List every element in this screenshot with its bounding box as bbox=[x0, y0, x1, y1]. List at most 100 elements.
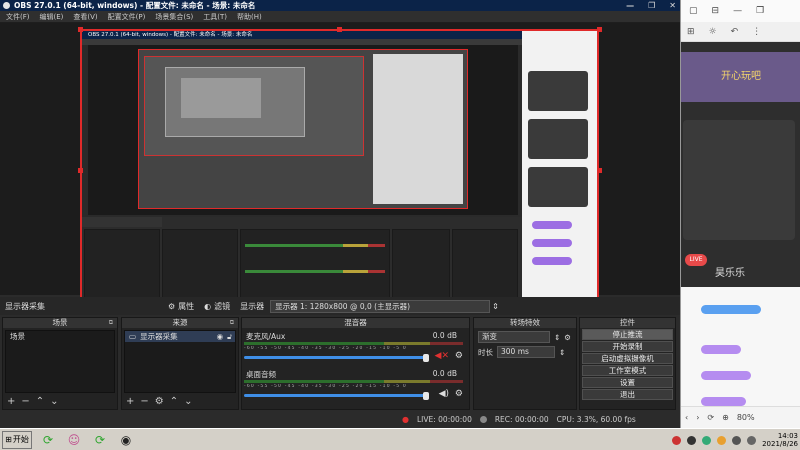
chevron-updown-icon[interactable]: ⇕ bbox=[492, 302, 499, 311]
resize-handle-l[interactable] bbox=[78, 168, 83, 173]
menu-help[interactable]: 帮助(H) bbox=[237, 11, 262, 22]
volume-slider-knob[interactable] bbox=[423, 354, 429, 362]
back-icon[interactable]: ‹ bbox=[685, 413, 688, 422]
volume-slider-knob[interactable] bbox=[423, 392, 429, 400]
grid-icon[interactable]: ⊞ bbox=[687, 27, 695, 37]
clock[interactable]: 14:03 2021/8/26 bbox=[762, 432, 798, 448]
spinner-icon[interactable]: ⇕ bbox=[559, 348, 565, 357]
speaker-icon[interactable]: ◀) bbox=[439, 389, 449, 399]
tray-app-icon[interactable] bbox=[672, 435, 682, 445]
gear-icon[interactable]: ⚙ bbox=[155, 396, 164, 407]
app-anime-icon[interactable]: ☺ bbox=[64, 431, 84, 449]
tray-app-icon[interactable] bbox=[702, 435, 712, 445]
resize-handle-t[interactable] bbox=[337, 27, 342, 32]
volume-meter bbox=[244, 380, 463, 383]
captured-dock-sources bbox=[162, 229, 238, 299]
speaker-muted-icon[interactable]: ◀✕ bbox=[435, 351, 449, 361]
clock-date: 2021/8/26 bbox=[762, 440, 798, 448]
resize-handle-r[interactable] bbox=[597, 168, 602, 173]
pin-icon[interactable]: ⊟ bbox=[712, 6, 720, 16]
zoom-level[interactable]: 80% bbox=[737, 413, 755, 422]
list-item[interactable]: 场景 bbox=[6, 331, 114, 342]
chevron-updown-icon[interactable]: ⇕ bbox=[554, 333, 560, 342]
page-banner[interactable]: 开心玩吧 bbox=[681, 52, 800, 102]
close-button[interactable]: ✕ bbox=[669, 0, 676, 11]
captured-preview bbox=[88, 45, 518, 215]
sun-icon[interactable]: ☼ bbox=[709, 27, 717, 37]
minimize-button[interactable]: — bbox=[626, 0, 634, 11]
add-icon[interactable]: + bbox=[126, 396, 134, 407]
maximize-button[interactable]: ❐ bbox=[648, 0, 655, 11]
rec-timer: REC: 00:00:00 bbox=[494, 414, 549, 424]
list-item[interactable]: ▭ 显示器采集 ◉ 🔓︎ bbox=[125, 331, 235, 342]
menu-bar: 文件(F) 编辑(E) 查看(V) 配置文件(P) 场景集合(S) 工具(T) … bbox=[0, 11, 680, 23]
restore-button[interactable]: ❐ bbox=[756, 6, 764, 16]
resize-handle-tr[interactable] bbox=[597, 27, 602, 32]
tray-app-icon[interactable] bbox=[717, 435, 727, 445]
remove-icon[interactable]: − bbox=[21, 396, 29, 407]
stop-streaming-button[interactable]: 停止推流 bbox=[582, 329, 673, 340]
exit-button[interactable]: 退出 bbox=[582, 389, 673, 400]
move-down-icon[interactable]: ⌄ bbox=[50, 396, 58, 407]
taskbar: ⊞ 开始 ⟳ ☺ ⟳ ◉ 14:03 2021/8/26 bbox=[0, 428, 800, 450]
settings-button[interactable]: 设置 bbox=[582, 377, 673, 388]
minimize-button[interactable]: — bbox=[733, 6, 742, 16]
dock-float-icon[interactable]: ⧉ bbox=[230, 318, 234, 328]
gear-icon[interactable]: ⚙ bbox=[455, 351, 463, 361]
move-up-icon[interactable]: ⌃ bbox=[170, 396, 178, 407]
stream-card[interactable] bbox=[683, 120, 795, 240]
tag-pill[interactable] bbox=[701, 371, 751, 380]
menu-tools[interactable]: 工具(T) bbox=[203, 11, 227, 22]
undo-icon[interactable]: ↶ bbox=[731, 27, 739, 37]
tray-app-icon[interactable] bbox=[687, 435, 697, 445]
gear-icon[interactable]: ⚙ bbox=[455, 389, 463, 399]
menu-edit[interactable]: 编辑(E) bbox=[40, 11, 64, 22]
add-icon[interactable]: + bbox=[7, 396, 15, 407]
network-icon[interactable] bbox=[732, 435, 742, 445]
sources-toolbar: + − ⚙ ⌃ ⌄ bbox=[126, 396, 193, 407]
remove-icon[interactable]: − bbox=[140, 396, 148, 407]
forward-icon[interactable]: › bbox=[696, 413, 699, 422]
menu-profile[interactable]: 配置文件(P) bbox=[108, 11, 146, 22]
captured-pill-1 bbox=[532, 221, 572, 229]
volume-slider[interactable] bbox=[244, 394, 427, 397]
start-button[interactable]: ⊞ 开始 bbox=[2, 430, 32, 449]
app-browser-icon[interactable]: ⟳ bbox=[90, 431, 110, 449]
window-icon[interactable]: ▢ bbox=[689, 6, 698, 16]
move-up-icon[interactable]: ⌃ bbox=[36, 396, 44, 407]
tag-pill[interactable] bbox=[701, 305, 761, 314]
menu-file[interactable]: 文件(F) bbox=[6, 11, 30, 22]
volume-slider[interactable] bbox=[244, 356, 427, 359]
transition-duration-row: 时长 300 ms ⇕ bbox=[478, 346, 565, 358]
menu-view[interactable]: 查看(V) bbox=[73, 11, 97, 22]
transition-select[interactable]: 渐变 bbox=[478, 331, 550, 343]
move-down-icon[interactable]: ⌄ bbox=[184, 396, 192, 407]
volume-icon[interactable] bbox=[747, 435, 757, 445]
display-select[interactable]: 显示器 1: 1280x800 @ 0,0 (主显示器) bbox=[270, 299, 491, 313]
gear-icon[interactable]: ⚙ bbox=[564, 333, 571, 342]
scenes-list[interactable]: 场景 bbox=[5, 330, 115, 393]
tag-pill[interactable] bbox=[701, 345, 741, 354]
obs-taskbar-icon[interactable]: ◉ bbox=[116, 431, 136, 449]
lock-icon[interactable]: 🔓︎ bbox=[227, 331, 232, 342]
refresh-icon[interactable]: ⟳ bbox=[707, 413, 714, 422]
studio-mode-button[interactable]: 工作室模式 bbox=[582, 365, 673, 376]
status-bar: ● LIVE: 00:00:00 REC: 00:00:00 CPU: 3.3%… bbox=[0, 410, 680, 428]
more-icon[interactable]: ⋮ bbox=[752, 27, 761, 37]
start-virtual-camera-button[interactable]: 启动虚拟摄像机 bbox=[582, 353, 673, 364]
filters-button[interactable]: ◐ 滤镜 bbox=[204, 301, 230, 312]
eye-icon[interactable]: ◉ bbox=[217, 331, 224, 342]
menu-scene-collection[interactable]: 场景集合(S) bbox=[155, 11, 193, 22]
streamer-name[interactable]: 昊乐乐 bbox=[715, 264, 745, 279]
preview-area[interactable]: OBS 27.0.1 (64-bit, windows) - 配置文件: 未命名… bbox=[0, 23, 680, 314]
dock-float-icon[interactable]: ⧉ bbox=[109, 318, 113, 328]
properties-button[interactable]: ⚙ 属性 bbox=[168, 301, 194, 312]
start-recording-button[interactable]: 开始录制 bbox=[582, 341, 673, 352]
channel-db: 0.0 dB bbox=[432, 331, 457, 340]
preview-canvas[interactable]: OBS 27.0.1 (64-bit, windows) - 配置文件: 未命名… bbox=[80, 29, 599, 312]
app-360-icon[interactable]: ⟳ bbox=[38, 431, 58, 449]
tag-pill[interactable] bbox=[701, 397, 746, 406]
sources-list[interactable]: ▭ 显示器采集 ◉ 🔓︎ bbox=[124, 330, 236, 393]
duration-input[interactable]: 300 ms bbox=[497, 346, 555, 358]
resize-handle-tl[interactable] bbox=[78, 27, 83, 32]
